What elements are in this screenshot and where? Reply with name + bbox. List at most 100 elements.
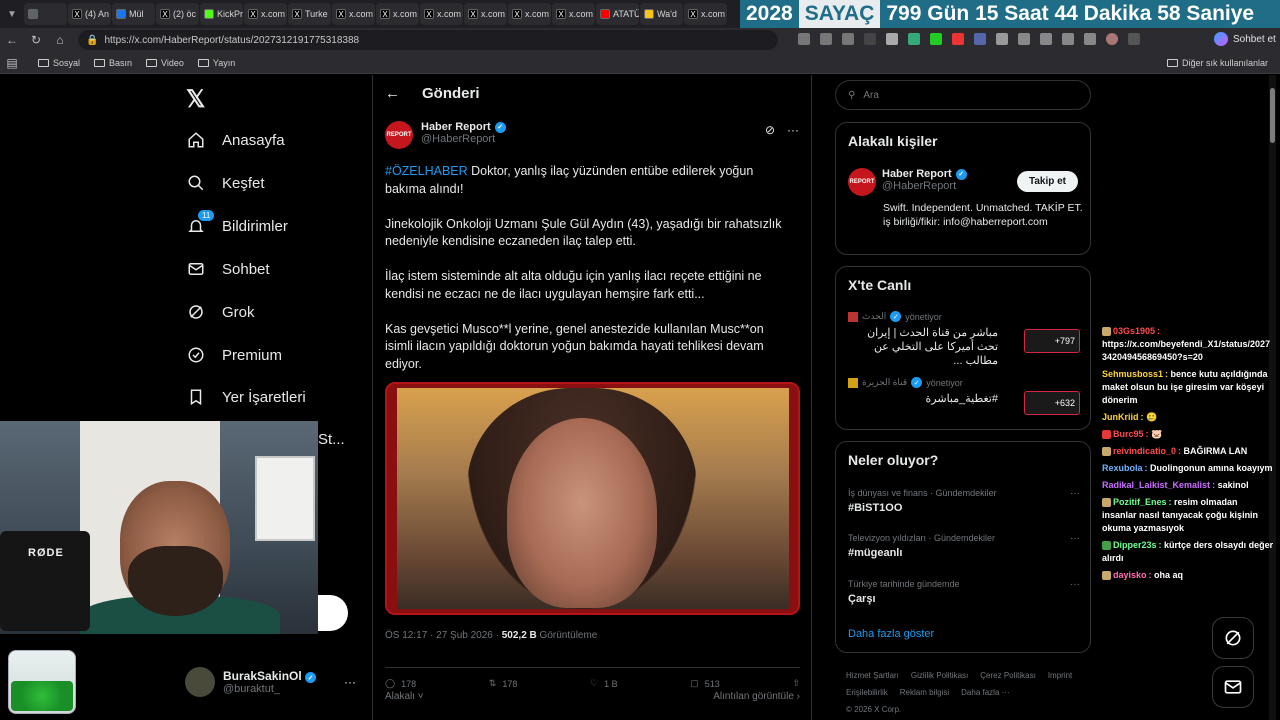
live-title: مباشر من قناة الحدث | إيران تحث أميركا ع… (867, 327, 998, 367)
grok-fab-button[interactable] (1212, 617, 1254, 659)
copilot-button[interactable]: Sohbet et (1214, 32, 1276, 46)
browser-tab[interactable]: Xx.com (552, 3, 595, 25)
more-icon[interactable]: ··· (1070, 533, 1080, 544)
nav-premium[interactable]: Premium (186, 345, 282, 365)
extension-icon[interactable] (974, 33, 986, 45)
collections-icon[interactable] (1062, 33, 1074, 45)
bookmark-folder-basin[interactable]: Basın (94, 58, 132, 68)
read-mode-icon[interactable] (798, 33, 810, 45)
footer-link[interactable]: Erişilebilirlik (846, 684, 888, 701)
share-button[interactable]: ⇧ (792, 678, 800, 689)
trend-item[interactable]: Televizyon yıldızları · Gündemdekiler #m… (848, 533, 1080, 559)
reload-icon[interactable]: ↻ (24, 33, 48, 47)
more-icon[interactable]: ··· (787, 123, 799, 137)
browser-tab[interactable]: Xx.com (420, 3, 463, 25)
home-icon[interactable]: ⌂ (48, 33, 72, 47)
back-icon[interactable]: ← (0, 33, 24, 47)
footer-link[interactable]: Imprint (1048, 667, 1072, 684)
tab-favicon-icon (644, 9, 654, 19)
bell-icon: 11 (186, 210, 215, 236)
back-arrow-icon[interactable]: ← (385, 85, 400, 102)
post-author[interactable]: REPORT Haber Report ✓ @HaberReport (385, 121, 506, 149)
nav-explore[interactable]: Keşfet (186, 173, 265, 193)
more-icon[interactable]: ··· (1070, 488, 1080, 499)
footer-link[interactable]: © 2026 X Corp. (846, 701, 901, 718)
nav-grok[interactable]: Grok (186, 302, 255, 322)
footer-link[interactable]: Gizlilik Politikası (911, 667, 968, 684)
browser-tab[interactable]: Xx.com (508, 3, 551, 25)
bookmarks-menu-icon[interactable]: ▤ (0, 56, 24, 70)
reply-button[interactable]: ◯ 178 (385, 678, 416, 689)
live-item[interactable]: الحدث ✓ yönetiyor مباشر من قناة الحدث | إي… (848, 311, 1080, 368)
zoom-icon[interactable] (820, 33, 832, 45)
extension-icon[interactable] (886, 33, 898, 45)
hashtag-link[interactable]: #ÖZELHABER (385, 164, 468, 178)
grok-icon[interactable]: ⊘ (765, 123, 775, 137)
nav-messages[interactable]: Sohbet (186, 259, 270, 279)
url-field[interactable]: 🔒 https://x.com/HaberReport/status/20273… (78, 30, 778, 50)
bookmark-folder-video[interactable]: Video (146, 58, 184, 68)
other-bookmarks[interactable]: Diğer sık kullanılanlar (1166, 58, 1268, 68)
footer-link[interactable]: Çerez Politikası (980, 667, 1036, 684)
favorite-star-icon[interactable] (842, 33, 854, 45)
bookmark-folder-yayin[interactable]: Yayın (197, 58, 235, 68)
folder-icon (38, 58, 49, 67)
browser-tab[interactable]: X (2) öc (156, 3, 199, 25)
messages-fab-button[interactable] (1212, 666, 1254, 708)
split-screen-icon[interactable] (1018, 33, 1030, 45)
nav-notifications[interactable]: 11 Bildirimler (186, 210, 288, 236)
more-icon[interactable]: ··· (1070, 579, 1080, 590)
more-icon[interactable]: ··· (344, 675, 356, 689)
live-item[interactable]: قناة الجزيرة ✓ yönetiyor #تغطية_مباشرة +63… (848, 377, 1080, 415)
footer-link[interactable]: Daha fazla ··· (961, 684, 1009, 701)
browser-tab[interactable]: Wa'd (640, 3, 683, 25)
extension-icon[interactable] (952, 33, 964, 45)
trend-item[interactable]: Türkiye tarihinde gündemde Çarşı ··· (848, 579, 1080, 605)
browser-tab[interactable]: X (4) An (68, 3, 111, 25)
profile-avatar[interactable] (1106, 33, 1118, 45)
mic-brand: RØDE (28, 547, 64, 559)
like-button[interactable]: ♡ 1 B (590, 678, 618, 689)
footer-link[interactable]: Hizmet Şartları (846, 667, 899, 684)
chat-username: 03Gs1905 (1113, 326, 1156, 336)
browser-tab[interactable]: Xx.com (464, 3, 507, 25)
account-switcher[interactable]: BurakSakinOl ✓ @buraktut_ ··· (185, 667, 356, 697)
view-quotes-link[interactable]: Alıntılan görüntüle › (713, 691, 800, 702)
x-logo-icon[interactable]: 𝕏 (186, 85, 205, 114)
browser-tab[interactable]: Xx.com (376, 3, 419, 25)
post-image[interactable] (385, 382, 800, 615)
related-person[interactable]: REPORT Haber Report ✓ @HaberReport (848, 168, 967, 196)
nav-bookmarks[interactable]: Yer İşaretleri (186, 387, 306, 407)
nav-label: Sohbet (222, 260, 270, 278)
browser-tab[interactable] (24, 3, 67, 25)
browser-tab[interactable]: KickPr (200, 3, 243, 25)
bookmark-button[interactable]: ▢ 513 (690, 678, 720, 689)
footer-link[interactable]: Reklam bilgisi (900, 684, 949, 701)
countdown-label: SAYAÇ (798, 0, 881, 28)
show-more-link[interactable]: Daha fazla göster (848, 628, 934, 640)
reply-sort-row: Alakalı ˅ Alıntılan görüntüle › (385, 691, 800, 702)
tab-actions-menu-icon[interactable]: ▼ (0, 0, 24, 28)
browser-tab[interactable]: ATATÜ (596, 3, 639, 25)
reply-sort-dropdown[interactable]: Alakalı ˅ (385, 691, 424, 702)
browser-essentials-icon[interactable] (1084, 33, 1096, 45)
nav-home[interactable]: Anasayfa (186, 130, 285, 150)
follow-button[interactable]: Takip et (1016, 171, 1078, 192)
chat-message: 03Gs1905: https://x.com/beyefendi_X1/sta… (1102, 326, 1271, 362)
browser-tab[interactable]: X Turke (288, 3, 331, 25)
browser-tab[interactable]: Mül (112, 3, 155, 25)
scrollbar-thumb[interactable] (1270, 88, 1275, 143)
extension-icon[interactable] (908, 33, 920, 45)
bookmark-folder-sosyal[interactable]: Sosyal (38, 58, 80, 68)
search-input[interactable]: ⚲ Ara (835, 80, 1091, 110)
extension-icon[interactable] (930, 33, 942, 45)
repost-button[interactable]: ⇅ 178 (489, 678, 518, 689)
browser-tab[interactable]: Xx.com (684, 3, 727, 25)
extension-icon[interactable] (864, 33, 876, 45)
browser-tab[interactable]: Xx.com (332, 3, 375, 25)
trend-item[interactable]: İş dünyası ve finans · Gündemdekiler #Bi… (848, 488, 1080, 514)
favorites-icon[interactable] (1040, 33, 1052, 45)
more-icon[interactable] (1128, 33, 1140, 45)
extension-icon[interactable] (996, 33, 1008, 45)
browser-tab[interactable]: Xx.com (244, 3, 287, 25)
